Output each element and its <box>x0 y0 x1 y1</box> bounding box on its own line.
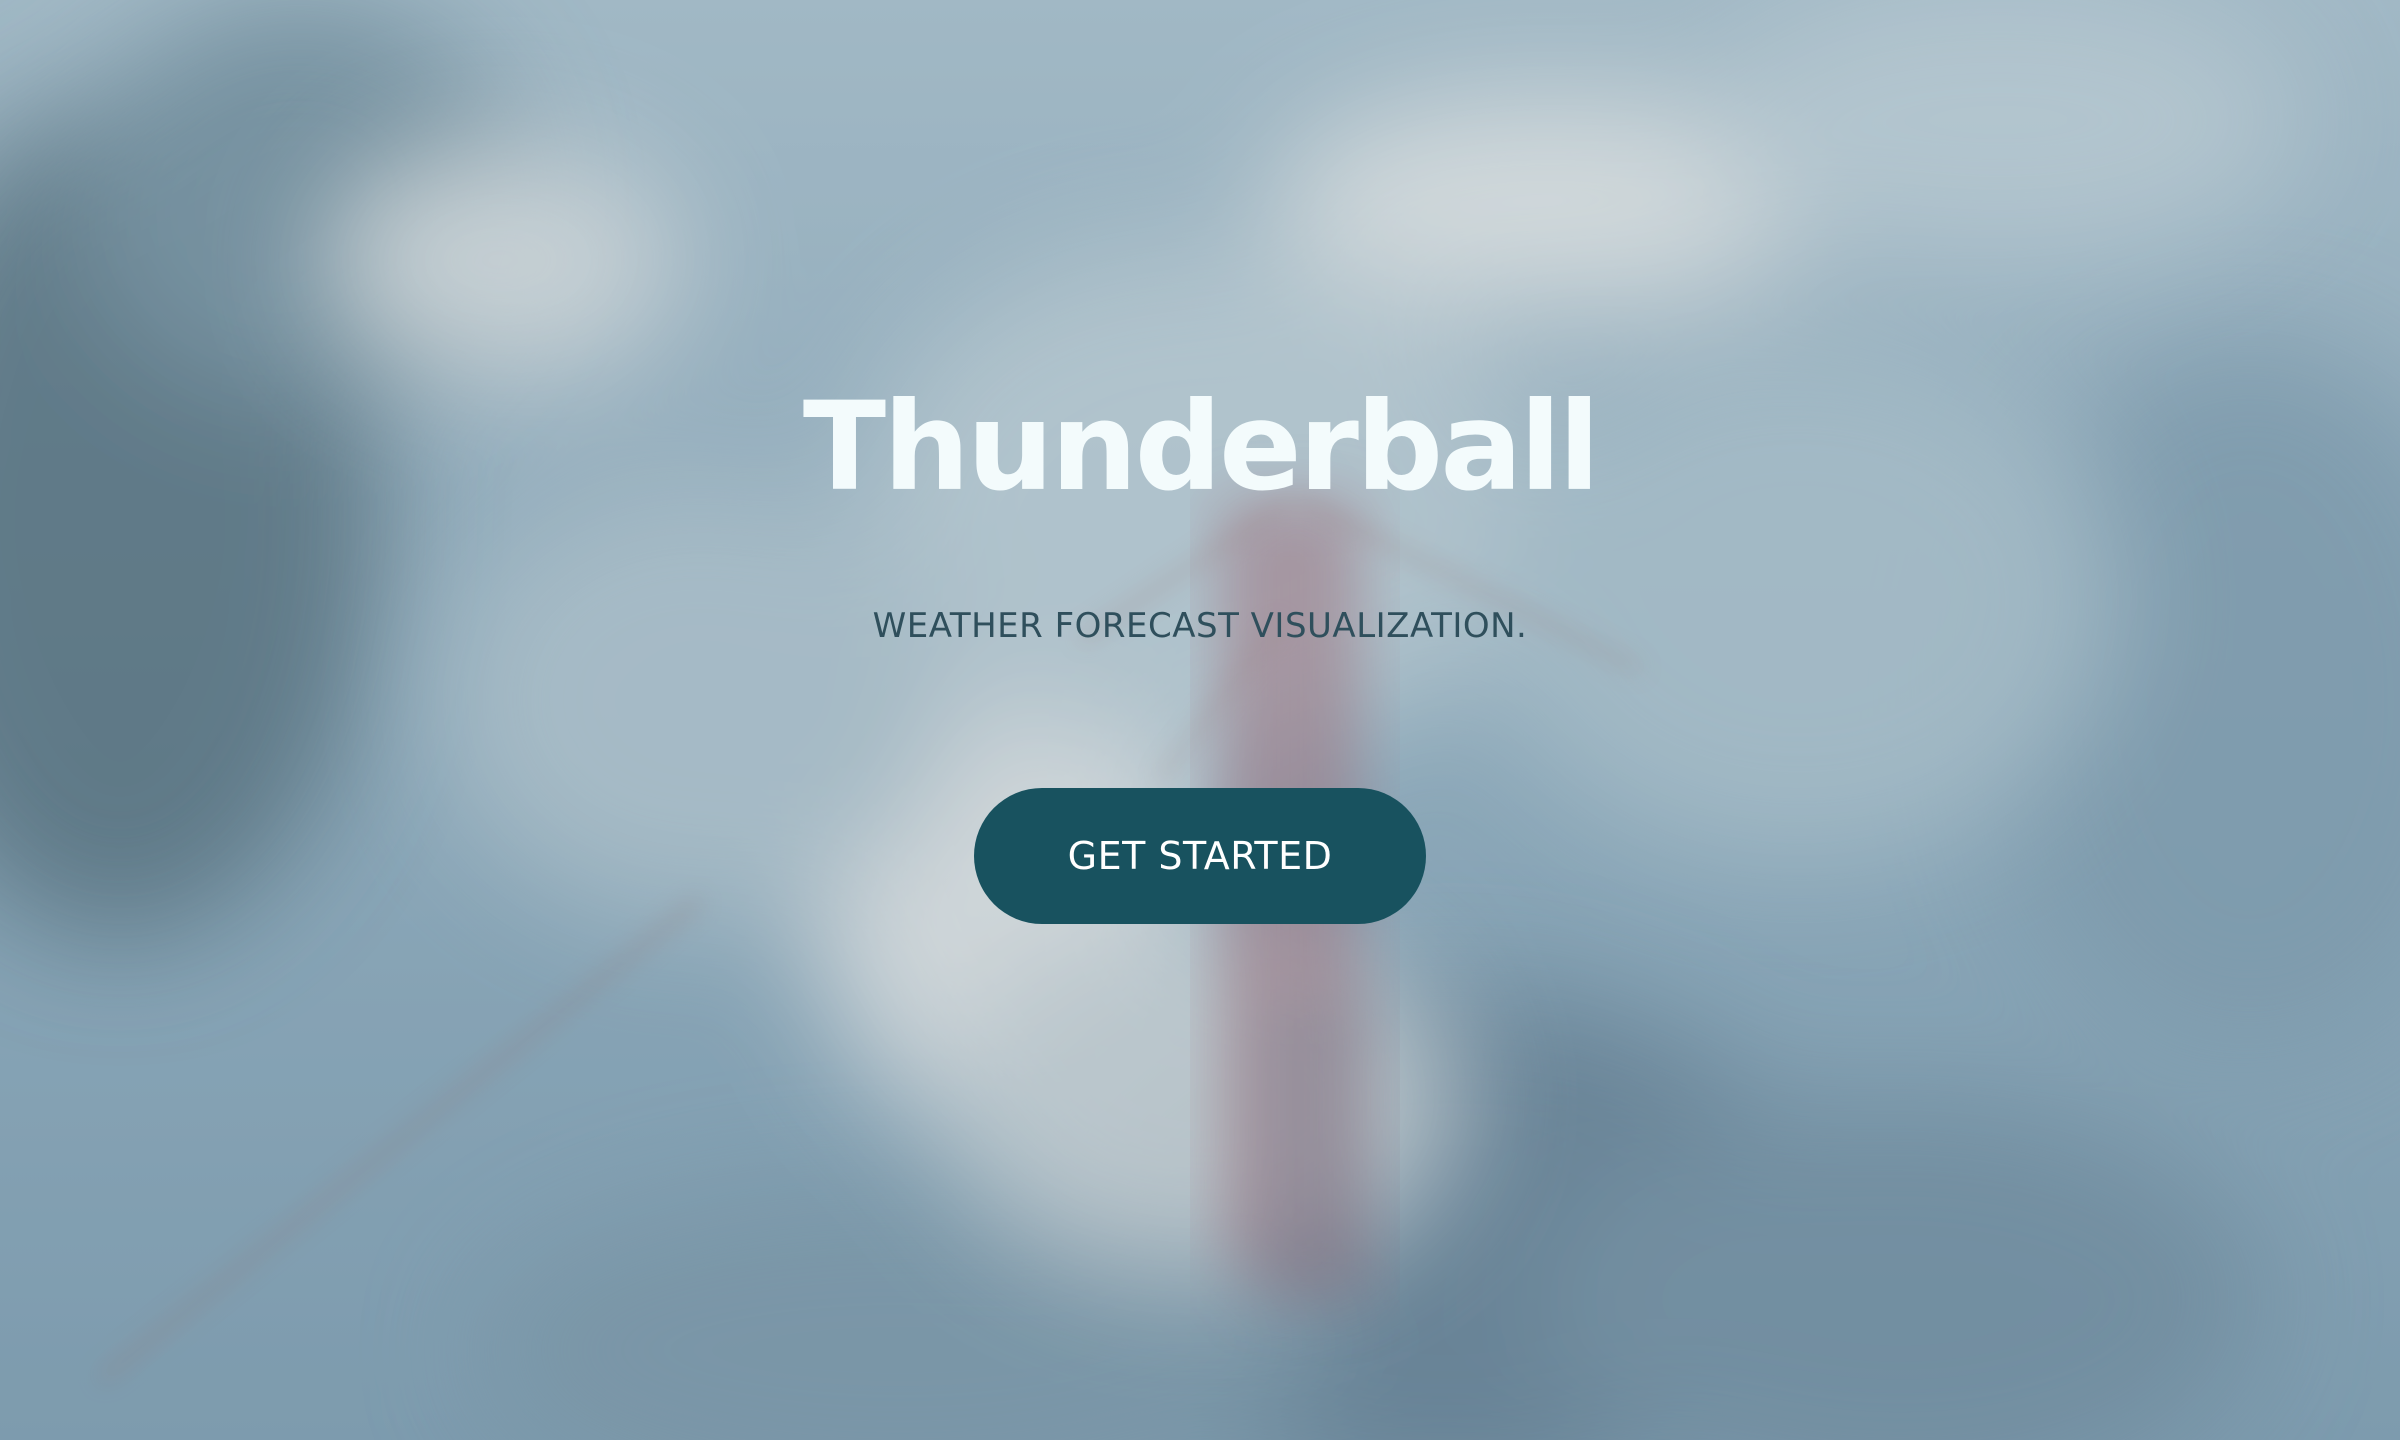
hero-section: Thunderball WEATHER FORECAST VISUALIZATI… <box>0 0 2400 1440</box>
hero-title: Thunderball <box>802 376 1600 518</box>
get-started-button[interactable]: GET STARTED <box>974 788 1426 924</box>
hero-subtitle: WEATHER FORECAST VISUALIZATION. <box>872 606 1528 646</box>
